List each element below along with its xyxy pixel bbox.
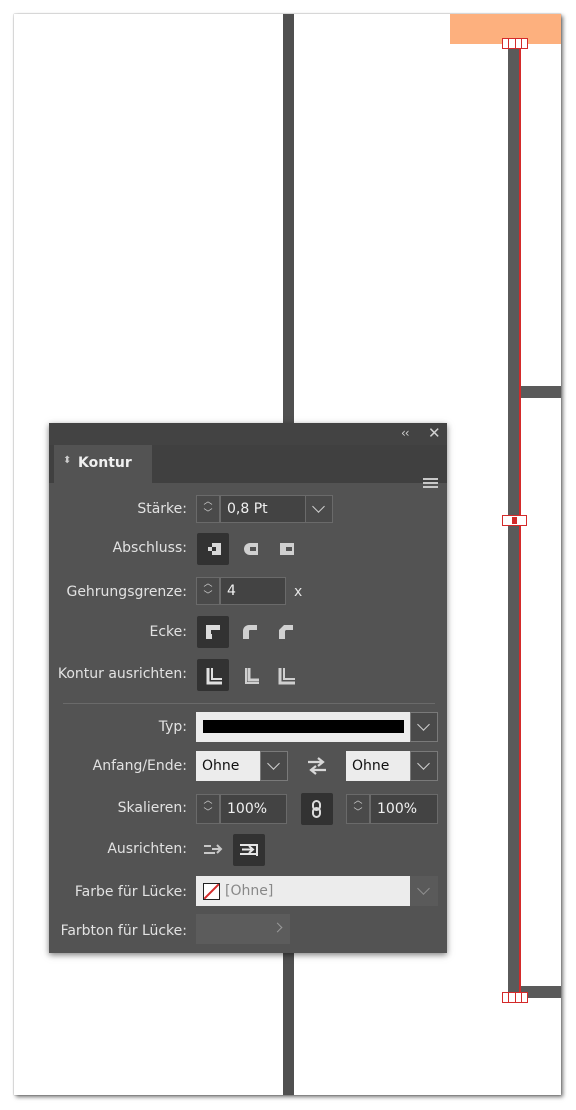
chevron-down-icon [312,500,325,513]
extend-beyond-button[interactable] [197,834,229,866]
chevron-down-icon [267,757,280,770]
ende-dropdown[interactable] [410,751,438,781]
align-inside-icon [245,668,259,684]
bottom-selection-handle[interactable] [502,992,528,1003]
farbton-luecke-field[interactable] [196,914,290,944]
projecting-cap-button[interactable] [270,533,302,565]
typ-dropdown[interactable] [410,712,438,742]
skalieren-end-input[interactable]: 100% [370,794,438,824]
chevron-down-icon [417,757,430,770]
gehrungsgrenze-unit: x [294,584,303,600]
place-at-end-button[interactable] [233,834,265,866]
round-join-button[interactable] [234,616,266,648]
anfang-select[interactable]: Ohne [196,751,260,781]
round-join-icon [243,625,257,639]
farbe-luecke-value: [Ohne] [225,883,274,899]
swap-arrows-icon [308,757,326,775]
tab-kontur[interactable]: ⬍ Kontur [54,445,152,483]
chevron-right-icon [272,922,283,933]
gehrungsgrenze-label: Gehrungsgrenze: [66,584,187,600]
no-color-swatch-icon [203,883,220,900]
gehrungsgrenze-stepper[interactable]: ︿ ﹀ [196,577,220,605]
bevel-join-button[interactable] [270,616,302,648]
flat-cap-button[interactable] [197,533,229,565]
panel-divider [63,703,435,704]
panel-title-bar[interactable]: ‹‹ ✕ [49,423,447,445]
swap-start-end-button[interactable] [301,750,333,782]
farbe-luecke-dropdown[interactable] [410,876,438,906]
ende-select[interactable]: Ohne [346,751,410,781]
farbe-luecke-label: Farbe für Lücke: [74,884,187,900]
bevel-join-icon [279,625,293,639]
solid-line-preview [203,720,404,733]
farbton-luecke-label: Farbton für Lücke: [60,923,187,939]
typ-select[interactable] [196,712,410,742]
arrow-end-icon [240,844,258,856]
panel-menu-icon[interactable] [423,478,438,489]
round-cap-button[interactable] [234,533,266,565]
abschluss-label: Abschluss: [112,540,187,556]
align-outside-icon [278,668,295,685]
skalieren-label: Skalieren: [117,800,187,816]
align-stroke-center-button[interactable] [197,659,229,691]
farbe-luecke-select[interactable]: [Ohne] [196,876,410,906]
staerke-label: Stärke: [137,501,187,517]
anfang-ende-label: Anfang/Ende: [92,758,187,774]
typ-label: Typ: [158,719,187,735]
kontur-ausrichten-label: Kontur ausrichten: [57,666,187,682]
chevron-down-icon [417,718,430,731]
anfang-dropdown[interactable] [260,751,288,781]
align-center-icon [206,668,222,685]
gehrungsgrenze-input[interactable]: 4 [220,577,286,605]
skalieren-start-input[interactable]: 100% [220,794,287,824]
panel-tab-row: ⬍ Kontur [49,445,447,488]
skalieren-end-stepper[interactable]: ︿ ﹀ [346,794,370,824]
stroke-panel: ‹‹ ✕ ⬍ Kontur Stärke: ︿ ﹀ 0,8 Pt Abschlus… [49,423,447,953]
staerke-input[interactable]: 0,8 Pt [220,495,306,523]
round-cap-icon [244,543,258,555]
collapse-icon[interactable]: ‹‹ [401,426,410,440]
chevron-down-icon [417,882,430,895]
close-icon[interactable]: ✕ [428,424,441,442]
tab-label: Kontur [78,455,132,471]
staerke-dropdown[interactable] [305,495,333,523]
align-stroke-outside-button[interactable] [270,659,302,691]
horizontal-rule-upper[interactable] [521,386,561,398]
chain-link-icon [312,800,321,818]
miter-join-button[interactable] [197,616,229,648]
arrow-extend-icon [204,844,223,854]
tab-expand-arrows-icon[interactable]: ⬍ [63,456,71,466]
flat-cap-icon [208,543,221,555]
staerke-stepper[interactable]: ︿ ﹀ [196,495,220,523]
ecke-label: Ecke: [149,624,187,640]
align-stroke-inside-button[interactable] [234,659,266,691]
link-scale-button[interactable] [301,793,333,825]
projecting-cap-icon [280,543,294,555]
miter-join-icon [206,625,220,639]
top-selection-handle[interactable] [502,38,528,49]
skalieren-start-stepper[interactable]: ︿ ﹀ [196,794,220,824]
ausrichten-label: Ausrichten: [107,841,187,857]
middle-selection-handle[interactable] [502,515,527,526]
